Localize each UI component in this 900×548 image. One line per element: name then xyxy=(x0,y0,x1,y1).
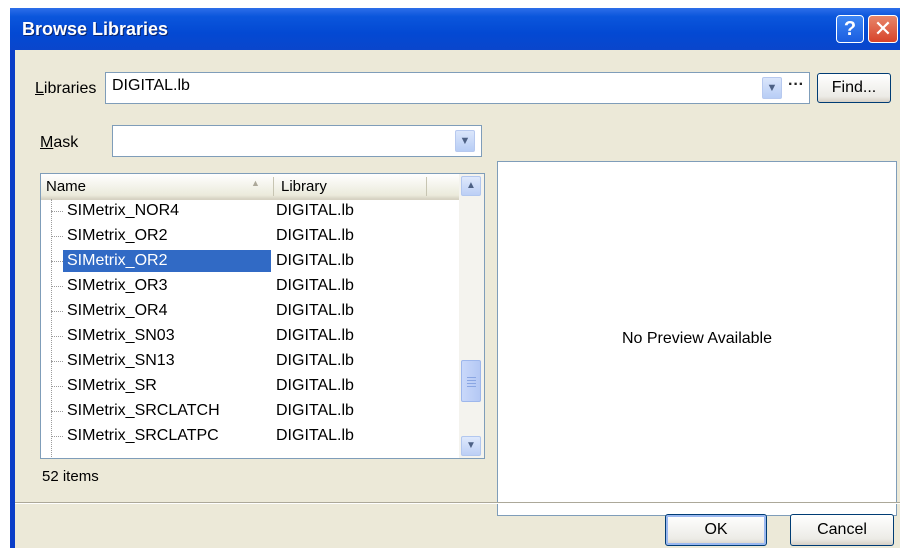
component-library: DIGITAL.lb xyxy=(276,277,354,294)
scrollbar-thumb[interactable] xyxy=(461,360,481,402)
browse-libraries-dialog: Browse Libraries ? ✕ Libraries DIGITAL.l… xyxy=(10,8,900,548)
column-header-library[interactable]: Library xyxy=(281,178,327,195)
component-name: SIMetrix_SR xyxy=(67,377,157,394)
preview-message: No Preview Available xyxy=(621,330,772,347)
mask-combo[interactable]: ▼ xyxy=(112,125,482,157)
help-icon: ? xyxy=(843,18,857,40)
page: Browse Libraries ? ✕ Libraries DIGITAL.l… xyxy=(0,0,900,548)
component-name: SIMetrix_SN03 xyxy=(67,327,175,344)
mask-label: Mask xyxy=(40,134,79,151)
browse-ellipsis-button[interactable]: ··· xyxy=(784,74,808,102)
sort-ascending-icon: ▲ xyxy=(251,178,260,188)
list-row[interactable]: SIMetrix_OR4 DIGITAL.lb xyxy=(41,299,459,324)
component-name: SIMetrix_SN13 xyxy=(67,352,175,369)
help-button[interactable]: ? xyxy=(836,15,864,43)
column-divider[interactable] xyxy=(426,177,427,196)
component-library: DIGITAL.lb xyxy=(276,202,354,219)
component-name: SIMetrix_OR2 xyxy=(63,250,271,272)
tree-branch-line xyxy=(51,336,63,337)
component-library: DIGITAL.lb xyxy=(276,402,354,419)
component-name: SIMetrix_OR2 xyxy=(67,227,168,244)
list-row[interactable]: SIMetrix_NOR4 DIGITAL.lb xyxy=(41,199,459,224)
list-row[interactable]: SIMetrix_SRCLATCH DIGITAL.lb xyxy=(41,399,459,424)
list-row[interactable]: SIMetrix_SN03 DIGITAL.lb xyxy=(41,324,459,349)
dialog-body: Libraries DIGITAL.lb ▼ ··· Find... Mask … xyxy=(15,50,900,548)
tree-branch-line xyxy=(51,386,63,387)
component-library: DIGITAL.lb xyxy=(276,327,354,344)
component-name: SIMetrix_SRCLATCH xyxy=(67,402,220,419)
component-name: SIMetrix_OR3 xyxy=(67,277,168,294)
chevron-down-icon[interactable]: ▼ xyxy=(762,77,782,99)
grip-line xyxy=(467,377,476,378)
component-library: DIGITAL.lb xyxy=(276,227,354,244)
close-button[interactable]: ✕ xyxy=(868,15,898,43)
component-list[interactable]: Name ▲ Library SIMetrix_NOR4 DIGITAL.lb SI… xyxy=(40,173,485,459)
component-name: SIMetrix_NOR4 xyxy=(67,202,180,219)
list-row[interactable]: SIMetrix_SRCLATPC DIGITAL.lb xyxy=(41,424,459,449)
close-icon: ✕ xyxy=(873,16,893,41)
find-button[interactable]: Find... xyxy=(817,73,891,103)
list-row[interactable]: SIMetrix_SN13 DIGITAL.lb xyxy=(41,349,459,374)
dialog-title: Browse Libraries xyxy=(22,19,169,39)
component-library: DIGITAL.lb xyxy=(276,302,354,319)
cancel-button[interactable]: Cancel xyxy=(790,514,894,546)
tree-branch-line xyxy=(51,361,63,362)
title-bar[interactable]: Browse Libraries ? ✕ xyxy=(10,8,900,50)
tree-branch-line xyxy=(51,436,63,437)
list-row[interactable]: SIMetrix_OR3 DIGITAL.lb xyxy=(41,274,459,299)
preview-panel: No Preview Available xyxy=(497,161,897,516)
component-name: SIMetrix_OR4 xyxy=(67,302,168,319)
list-row[interactable]: SIMetrix_OR2 DIGITAL.lb xyxy=(41,224,459,249)
component-library: DIGITAL.lb xyxy=(276,377,354,394)
grip-line xyxy=(467,383,476,384)
tree-branch-line xyxy=(51,411,63,412)
component-library: DIGITAL.lb xyxy=(276,352,354,369)
grip-line xyxy=(467,380,476,381)
column-header-name[interactable]: Name xyxy=(46,178,86,195)
libraries-label: Libraries xyxy=(35,80,97,97)
item-count: 52 items xyxy=(42,468,99,485)
scroll-up-icon[interactable]: ▲ xyxy=(461,176,481,196)
separator xyxy=(15,502,900,504)
ok-button[interactable]: OK xyxy=(665,514,767,546)
libraries-value: DIGITAL.lb xyxy=(112,77,190,94)
column-divider[interactable] xyxy=(273,177,274,196)
tree-branch-line xyxy=(51,211,63,212)
tree-branch-line xyxy=(51,311,63,312)
list-row[interactable]: SIMetrix_OR2 DIGITAL.lb xyxy=(41,249,459,274)
tree-branch-line xyxy=(51,236,63,237)
scroll-down-icon[interactable]: ▼ xyxy=(461,436,481,456)
tree-branch-line xyxy=(51,286,63,287)
list-row[interactable]: SIMetrix_SR DIGITAL.lb xyxy=(41,374,459,399)
tree-branch-line xyxy=(51,261,63,262)
component-library: DIGITAL.lb xyxy=(276,252,354,269)
component-name: SIMetrix_SRCLATPC xyxy=(67,427,219,444)
component-library: DIGITAL.lb xyxy=(276,427,354,444)
list-header: Name ▲ Library xyxy=(41,174,459,200)
vertical-scrollbar[interactable]: ▲ ▼ xyxy=(459,174,484,458)
grip-line xyxy=(467,386,476,387)
chevron-down-icon[interactable]: ▼ xyxy=(455,130,475,152)
libraries-combo[interactable]: DIGITAL.lb ▼ ··· xyxy=(105,72,810,104)
